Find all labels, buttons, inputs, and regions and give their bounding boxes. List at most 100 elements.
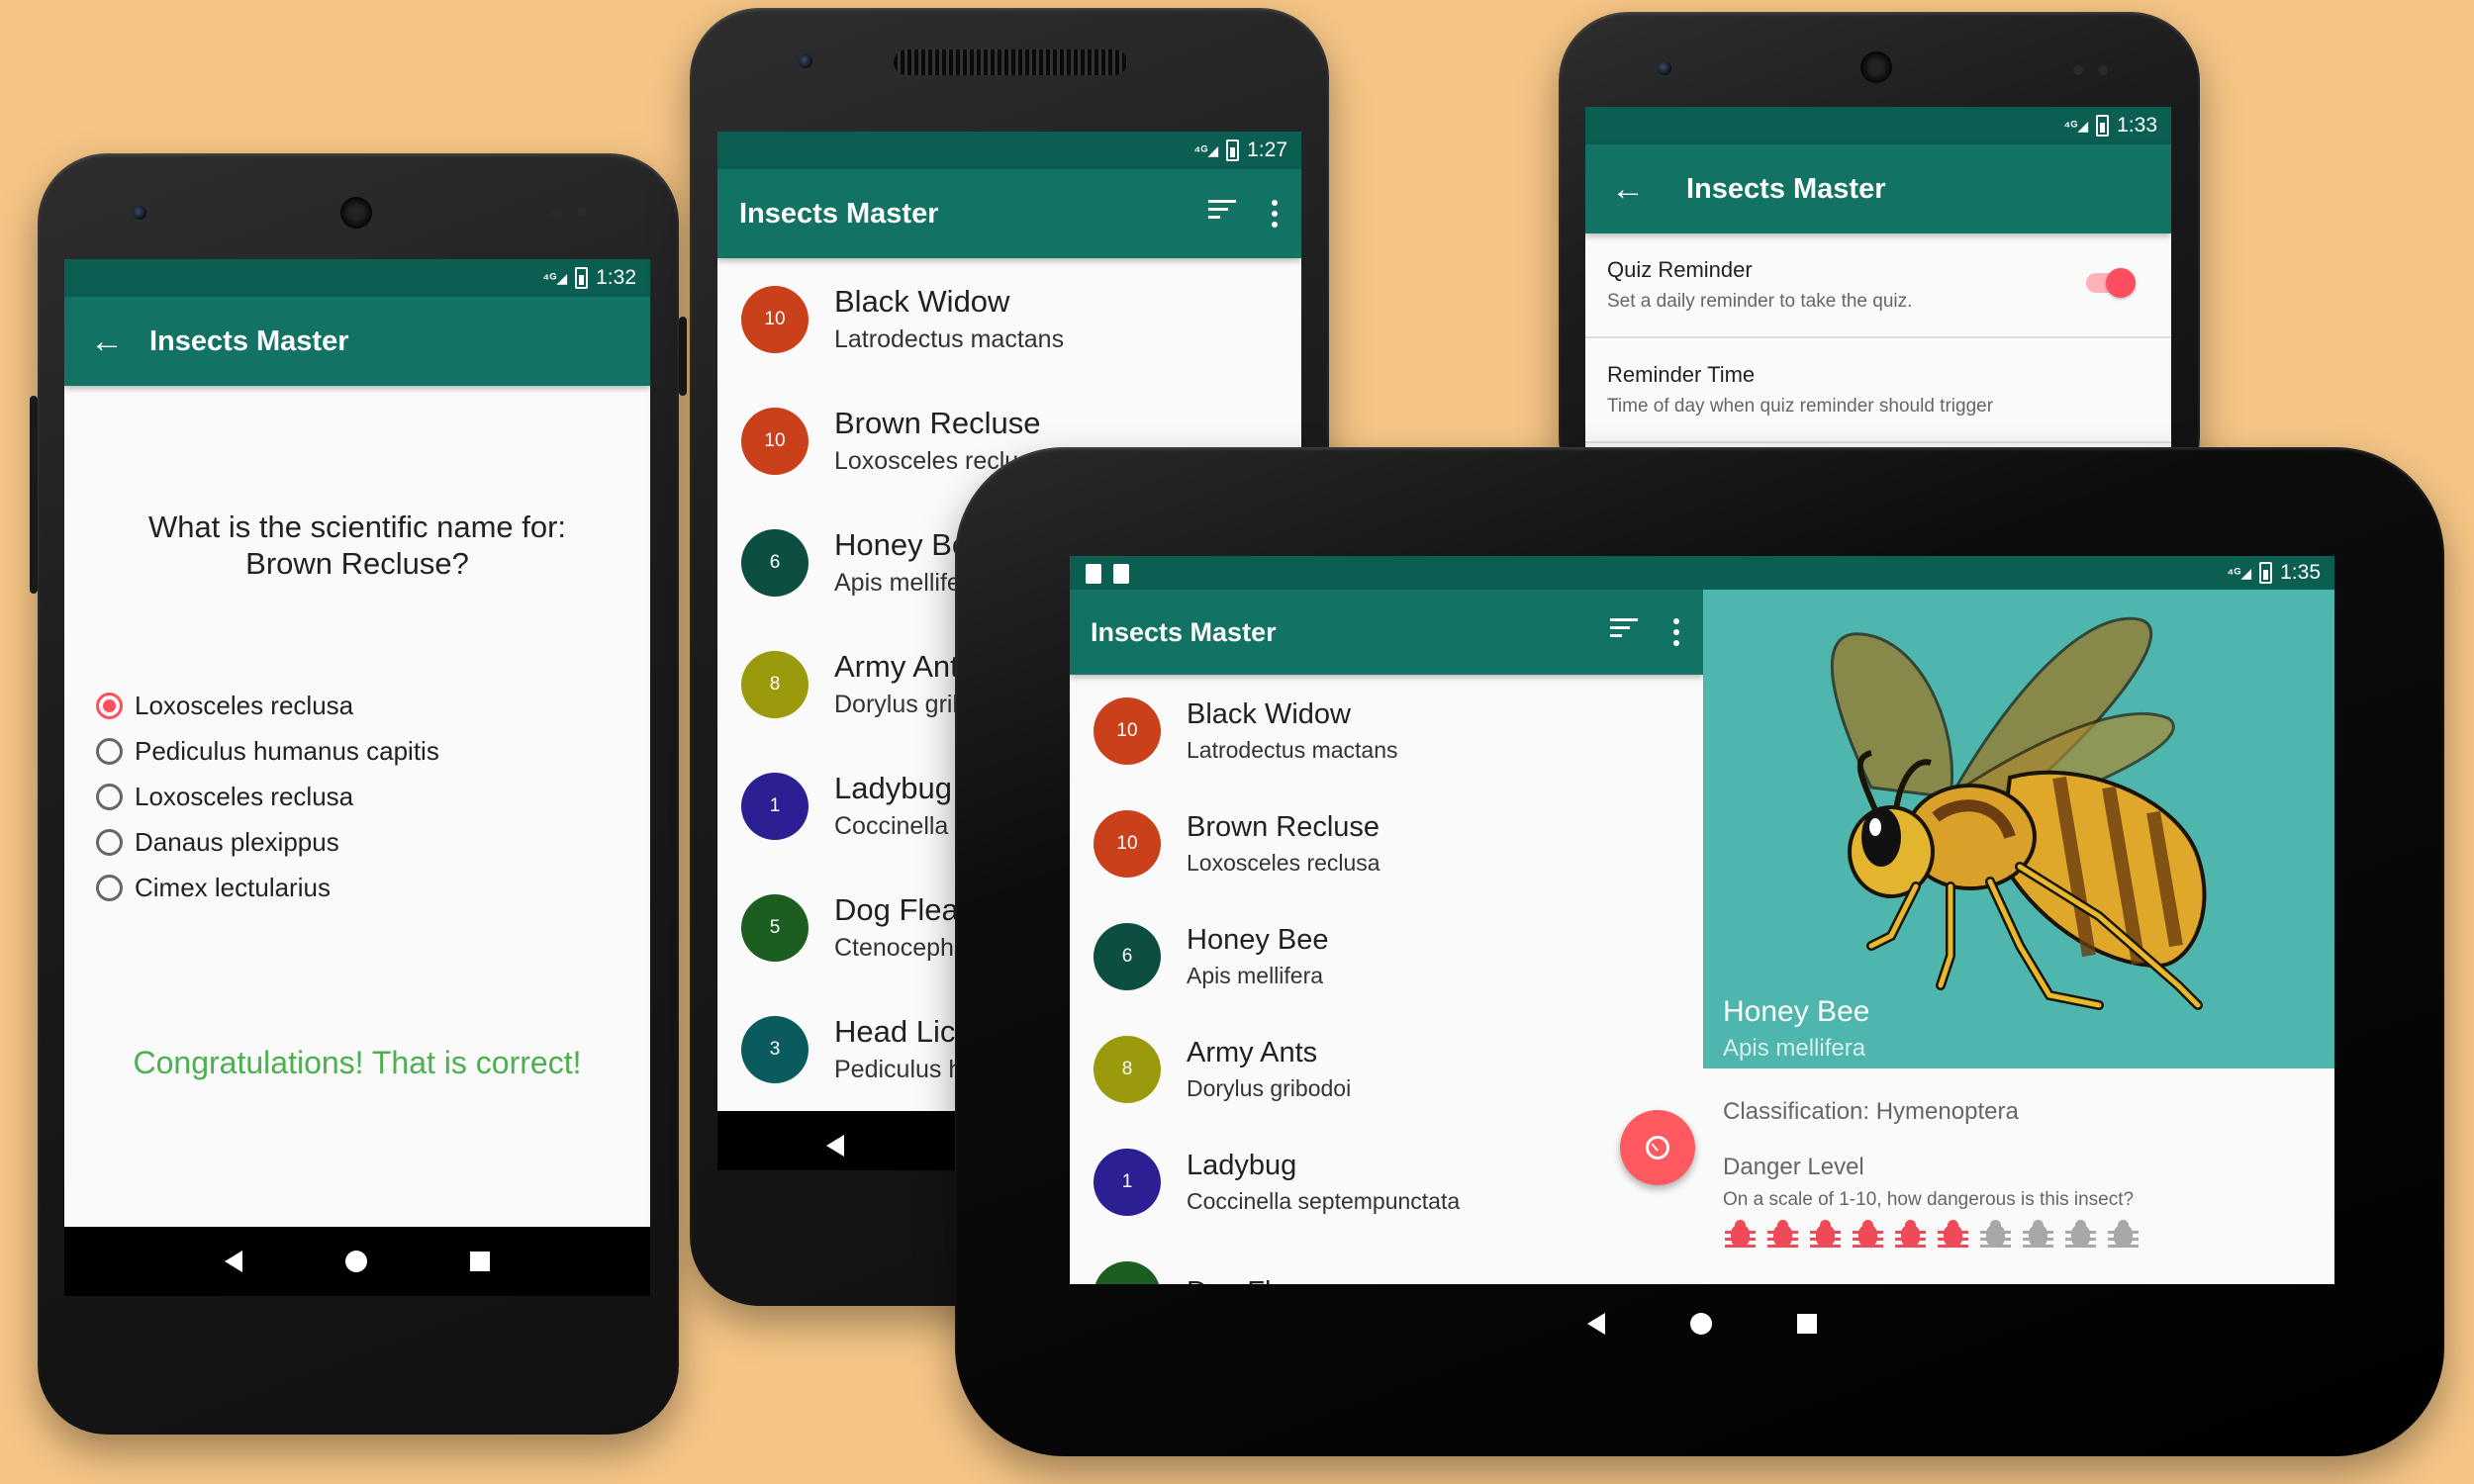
quiz-option[interactable]: Cimex lectularius xyxy=(96,873,331,903)
settings-screen: ⁴ᴳ◢ 1:33 ← Insects Master Quiz Reminder … xyxy=(1585,107,2171,463)
quiz-option[interactable]: Pediculus humanus capitis xyxy=(96,736,439,767)
more-options-icon[interactable] xyxy=(1671,618,1681,646)
bug-rating-icon xyxy=(1767,1219,1798,1250)
insect-name: Honey Bee xyxy=(1187,924,1329,956)
signal-icon: ⁴ᴳ◢ xyxy=(542,269,568,286)
earpiece xyxy=(1860,51,1892,83)
nav-recents-icon[interactable] xyxy=(1797,1314,1817,1334)
app-toolbar: Insects Master xyxy=(717,169,1301,258)
insect-scientific-name: Apis mellifera xyxy=(1187,963,1324,988)
toolbar-title: Insects Master xyxy=(739,197,939,230)
notification-icons xyxy=(1086,564,1129,584)
insect-list-item[interactable]: 10 Brown Recluse Loxosceles reclusa xyxy=(1070,788,1703,900)
quiz-option[interactable]: Danaus plexippus xyxy=(96,827,339,858)
option-label: Danaus plexippus xyxy=(135,827,339,857)
app-toolbar: ← Insects Master xyxy=(64,297,650,386)
insect-list-item[interactable]: 6 Honey Bee Apis mellifera xyxy=(1070,900,1703,1013)
quiz-fab[interactable] xyxy=(1620,1110,1695,1185)
setting-subtitle: Time of day when quiz reminder should tr… xyxy=(1607,396,1994,417)
radio-unselected[interactable] xyxy=(96,784,123,810)
danger-rating xyxy=(1725,1219,2139,1250)
radio-unselected[interactable] xyxy=(96,875,123,901)
quiz-option[interactable]: Loxosceles reclusa xyxy=(96,691,353,721)
back-arrow-icon[interactable]: ← xyxy=(72,323,142,361)
status-bar: ⁴ᴳ◢ 1:32 xyxy=(64,259,650,297)
danger-badge: 3 xyxy=(741,1015,809,1083)
signal-icon: ⁴ᴳ◢ xyxy=(2063,117,2089,134)
quiz-option[interactable]: Loxosceles reclusa xyxy=(96,782,353,812)
radio-unselected[interactable] xyxy=(96,738,123,765)
danger-level-subtitle: On a scale of 1-10, how dangerous is thi… xyxy=(1723,1189,2135,1210)
battery-icon xyxy=(2259,562,2273,584)
nav-back-icon[interactable] xyxy=(1587,1313,1605,1335)
radio-unselected[interactable] xyxy=(96,829,123,856)
insect-name: Brown Recluse xyxy=(834,406,1041,440)
insect-list-item[interactable]: 10 Black Widow Latrodectus mactans xyxy=(1070,675,1703,788)
status-time: 1:27 xyxy=(1247,139,1287,161)
bug-rating-icon xyxy=(2023,1219,2053,1250)
insect-list-item[interactable]: 8 Army Ants Dorylus gribodoi xyxy=(1070,1013,1703,1126)
system-nav-bar xyxy=(64,1227,650,1296)
quiz-result-message: Congratulations! That is correct! xyxy=(133,1045,582,1080)
insect-list-item[interactable]: 1 Ladybug Coccinella septempunctata xyxy=(1070,1126,1703,1239)
sort-icon[interactable] xyxy=(1610,618,1638,646)
detail-classification: Classification: Hymenoptera xyxy=(1723,1098,2019,1125)
reminder-toggle[interactable] xyxy=(2086,268,2136,298)
sensor-dot xyxy=(2098,65,2108,75)
radio-selected[interactable] xyxy=(96,693,123,719)
question-text: What is the scientific name for: xyxy=(147,510,567,544)
sensor-dot xyxy=(2073,65,2083,75)
setting-title: Quiz Reminder xyxy=(1607,257,1753,282)
bug-rating-icon xyxy=(1725,1219,1756,1250)
danger-badge: 5 xyxy=(1094,1261,1161,1284)
front-camera xyxy=(133,206,146,220)
setting-subtitle: Set a daily reminder to take the quiz. xyxy=(1607,291,1913,312)
insect-scientific-name: Dorylus gribodoi xyxy=(1187,1075,1352,1101)
timer-icon xyxy=(1646,1136,1669,1159)
danger-badge: 1 xyxy=(1094,1149,1161,1216)
signal-icon: ⁴ᴳ◢ xyxy=(2227,564,2252,581)
detail-insect-name: Honey Bee xyxy=(1723,995,1870,1028)
setting-quiz-reminder[interactable]: Quiz Reminder Set a daily reminder to ta… xyxy=(1585,233,2171,338)
tablet-device: ⁴ᴳ◢ 1:35 Insects Master 10 Black Widow Lat… xyxy=(955,447,2444,1456)
tablet-screen: ⁴ᴳ◢ 1:35 Insects Master 10 Black Widow Lat… xyxy=(1070,556,2334,1284)
speaker-grill xyxy=(894,49,1127,75)
quiz-screen: ⁴ᴳ◢ 1:32 ← Insects Master What is the sc… xyxy=(64,259,650,1296)
toolbar-title: Insects Master xyxy=(1091,616,1277,647)
insect-name: Black Widow xyxy=(1187,698,1351,730)
option-label: Pediculus humanus capitis xyxy=(135,736,439,766)
more-options-icon[interactable] xyxy=(1270,200,1280,228)
status-time: 1:35 xyxy=(2280,561,2321,584)
earpiece xyxy=(340,197,372,229)
option-label: Cimex lectularius xyxy=(135,873,331,902)
insect-list-item[interactable]: 5 Dog Flea xyxy=(1070,1239,1703,1284)
insect-name: Brown Recluse xyxy=(1187,811,1380,843)
insect-list-item[interactable]: 10 Black Widow Latrodectus mactans xyxy=(717,258,1301,380)
nav-recents-icon[interactable] xyxy=(470,1252,490,1271)
question-subject: Brown Recluse? xyxy=(245,546,469,581)
nav-home-icon[interactable] xyxy=(345,1251,367,1272)
danger-badge: 10 xyxy=(1094,697,1161,765)
signal-icon: ⁴ᴳ◢ xyxy=(1193,141,1219,158)
tablet-list-pane: Insects Master 10 Black Widow Latrodectus … xyxy=(1070,590,1703,1284)
list-item-text: Army Ants Dorylus gribodoi xyxy=(1187,1037,1351,1102)
sort-icon[interactable] xyxy=(1208,200,1236,228)
nav-back-icon[interactable] xyxy=(826,1135,844,1157)
nav-back-icon[interactable] xyxy=(225,1251,242,1272)
setting-reminder-time[interactable]: Reminder Time Time of day when quiz remi… xyxy=(1585,338,2171,443)
danger-badge: 8 xyxy=(1094,1036,1161,1103)
list-item-text: Black Widow Latrodectus mactans xyxy=(1187,698,1398,764)
settings-phone-device: ⁴ᴳ◢ 1:33 ← Insects Master Quiz Reminder … xyxy=(1559,12,2200,507)
quiz-question: What is the scientific name for: Brown R… xyxy=(64,509,650,582)
insect-name: Army Ants xyxy=(1187,1037,1318,1068)
list-item-text: Ladybug Coccinella septempunctata xyxy=(1187,1150,1460,1215)
nav-home-icon[interactable] xyxy=(1690,1313,1712,1335)
status-bar: ⁴ᴳ◢ 1:35 xyxy=(1070,556,2334,590)
bug-rating-icon xyxy=(2065,1219,2096,1250)
status-time: 1:33 xyxy=(2117,114,2157,137)
quiz-phone-device: ⁴ᴳ◢ 1:32 ← Insects Master What is the sc… xyxy=(30,153,687,1435)
insect-scientific-name: Coccinella septempunctata xyxy=(1187,1188,1461,1214)
app-toolbar: ← Insects Master xyxy=(1585,144,2171,233)
danger-badge: 1 xyxy=(741,772,809,840)
back-arrow-icon[interactable]: ← xyxy=(1593,170,1663,209)
